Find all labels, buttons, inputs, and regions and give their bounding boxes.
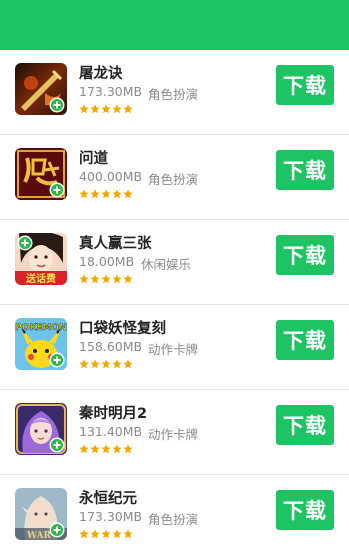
star-icon (112, 104, 122, 114)
download-button[interactable]: 下载 (276, 235, 334, 275)
star-icon (101, 104, 111, 114)
svg-text:送话费: 送话费 (25, 272, 56, 285)
plus-badge-icon (49, 182, 65, 198)
top-bar (0, 0, 349, 50)
app-name: 秦时明月2 (79, 406, 148, 422)
app-size: 173.30MB (79, 84, 143, 99)
star-icon (101, 444, 111, 454)
svg-text:WAR: WAR (26, 531, 52, 540)
rating-stars (79, 274, 133, 284)
star-icon (112, 444, 122, 454)
star-icon (79, 444, 89, 454)
list-item[interactable]: 送话费 真人赢三张 18.00MB 休闲娱乐 下载 (0, 220, 349, 305)
list-item[interactable]: POKEMON 口袋妖怪复刻 158.60MB 动作卡牌 下载 (0, 305, 349, 390)
rating-stars (79, 444, 133, 454)
app-name: 屠龙诀 (79, 66, 123, 82)
download-button[interactable]: 下载 (276, 65, 334, 105)
app-name: 问道 (79, 151, 108, 167)
list-item[interactable]: WAR 永恒纪元 173.30MB 角色扮演 下载 (0, 475, 349, 560)
card-girl-icon[interactable]: 送话费 (15, 233, 67, 285)
star-icon (79, 189, 89, 199)
app-size: 18.00MB (79, 254, 135, 269)
star-icon (90, 529, 100, 539)
dragon-sword-icon[interactable] (15, 63, 67, 115)
star-icon (90, 274, 100, 284)
app-list: 屠龙诀 173.30MB 角色扮演 下载 问道 400.00MB 角色扮演 下载… (0, 50, 349, 560)
plus-badge-icon (49, 522, 65, 538)
elf-warrior-icon[interactable]: WAR (15, 488, 67, 540)
rating-stars (79, 189, 133, 199)
star-icon (79, 359, 89, 369)
wendao-calligraphy-icon[interactable] (15, 148, 67, 200)
download-button[interactable]: 下载 (276, 320, 334, 360)
star-icon (101, 274, 111, 284)
list-item[interactable]: 问道 400.00MB 角色扮演 下载 (0, 135, 349, 220)
plus-badge-icon (49, 437, 65, 453)
app-name: 真人赢三张 (79, 236, 152, 252)
star-icon (123, 444, 133, 454)
app-name: 口袋妖怪复刻 (79, 321, 166, 337)
rating-stars (79, 359, 133, 369)
pikachu-icon[interactable]: POKEMON (15, 318, 67, 370)
app-size: 131.40MB (79, 424, 143, 439)
star-icon (123, 529, 133, 539)
star-icon (90, 359, 100, 369)
star-icon (79, 529, 89, 539)
rating-stars (79, 104, 133, 114)
star-icon (123, 359, 133, 369)
star-icon (112, 274, 122, 284)
app-category: 休闲娱乐 (141, 257, 192, 272)
download-button[interactable]: 下载 (276, 150, 334, 190)
download-button[interactable]: 下载 (276, 405, 334, 445)
app-category: 动作卡牌 (148, 427, 199, 442)
list-item[interactable]: 3D 秦时明月2 131.40MB 动作卡牌 下载 (0, 390, 349, 475)
app-name: 永恒纪元 (79, 491, 137, 507)
star-icon (101, 359, 111, 369)
list-item[interactable]: 屠龙诀 173.30MB 角色扮演 下载 (0, 50, 349, 135)
star-icon (112, 359, 122, 369)
app-category: 角色扮演 (148, 87, 199, 102)
plus-badge-icon (49, 352, 65, 368)
star-icon (79, 274, 89, 284)
star-icon (79, 104, 89, 114)
plus-badge-icon (17, 235, 33, 251)
star-icon (123, 189, 133, 199)
app-size: 173.30MB (79, 509, 143, 524)
star-icon (101, 529, 111, 539)
purple-hair-girl-icon[interactable]: 3D (15, 403, 67, 455)
app-category: 角色扮演 (148, 172, 199, 187)
rating-stars (79, 529, 133, 539)
star-icon (101, 189, 111, 199)
download-button[interactable]: 下载 (276, 490, 334, 530)
star-icon (123, 274, 133, 284)
app-size: 400.00MB (79, 169, 143, 184)
star-icon (90, 444, 100, 454)
app-size: 158.60MB (79, 339, 143, 354)
star-icon (112, 189, 122, 199)
star-icon (90, 189, 100, 199)
star-icon (90, 104, 100, 114)
app-category: 动作卡牌 (148, 342, 199, 357)
plus-badge-icon (49, 97, 65, 113)
star-icon (123, 104, 133, 114)
app-category: 角色扮演 (148, 512, 199, 527)
star-icon (112, 529, 122, 539)
